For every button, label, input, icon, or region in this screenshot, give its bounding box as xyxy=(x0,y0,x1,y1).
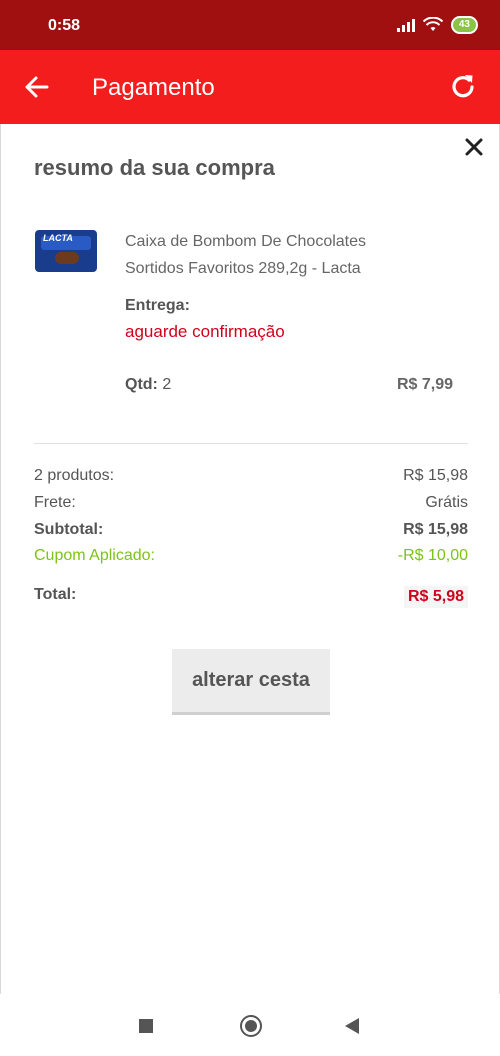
battery-icon: 43 xyxy=(450,16,478,34)
shipping-value: Grátis xyxy=(425,494,468,511)
products-row: 2 produtos: R$ 15,98 xyxy=(34,467,468,485)
page-title: Pagamento xyxy=(92,74,215,101)
delivery-status: aguarde confirmação xyxy=(125,322,285,341)
total-row: Total: R$ 5,98 xyxy=(34,586,468,608)
summary-heading: resumo da sua compra xyxy=(34,155,275,180)
total-value: R$ 5,98 xyxy=(403,586,468,608)
products-value: R$ 15,98 xyxy=(403,467,468,484)
coupon-label: Cupom Aplicado: xyxy=(34,547,155,564)
app-bar: Pagamento xyxy=(0,50,500,124)
quantity-label: Qtd: xyxy=(125,376,158,393)
recent-apps-icon[interactable] xyxy=(139,1019,153,1033)
divider xyxy=(34,443,468,444)
subtotal-row: Subtotal: R$ 15,98 xyxy=(34,521,468,539)
product-price: R$ 7,99 xyxy=(396,376,453,393)
delivery-label: Entrega: xyxy=(125,297,190,314)
back-triangle-icon[interactable] xyxy=(345,1018,359,1034)
subtotal-value: R$ 15,98 xyxy=(403,521,468,538)
arrow-left-icon[interactable] xyxy=(22,72,52,102)
products-label: 2 produtos: xyxy=(34,467,115,484)
change-basket-button[interactable]: alterar cesta xyxy=(172,649,330,715)
wifi-icon xyxy=(422,17,443,31)
product-name: Caixa de Bombom De Chocolates Sortidos F… xyxy=(125,233,367,277)
status-bar: 0:58 43 xyxy=(0,0,500,50)
signal-icon xyxy=(396,18,415,32)
subtotal-label: Subtotal: xyxy=(34,521,104,538)
close-icon[interactable] xyxy=(463,136,485,158)
coupon-value: -R$ 10,00 xyxy=(397,547,468,564)
status-icons: 43 xyxy=(396,16,478,34)
coupon-row: Cupom Aplicado: -R$ 10,00 xyxy=(34,547,468,565)
quantity-value: 2 xyxy=(162,376,172,393)
shipping-label: Frete: xyxy=(34,494,76,511)
refresh-icon[interactable] xyxy=(448,72,478,102)
status-time: 0:58 xyxy=(48,17,81,34)
home-icon[interactable] xyxy=(240,1015,262,1037)
total-label: Total: xyxy=(34,586,77,603)
product-image-logo: LACTA xyxy=(43,233,73,243)
product-image: LACTA xyxy=(35,230,97,272)
purchase-summary-card: resumo da sua compra LACTA Caixa de Bomb… xyxy=(0,124,500,995)
shipping-row: Frete: Grátis xyxy=(34,494,468,512)
quantity: Qtd: 2 xyxy=(125,376,171,394)
system-nav-bar xyxy=(0,994,500,1056)
